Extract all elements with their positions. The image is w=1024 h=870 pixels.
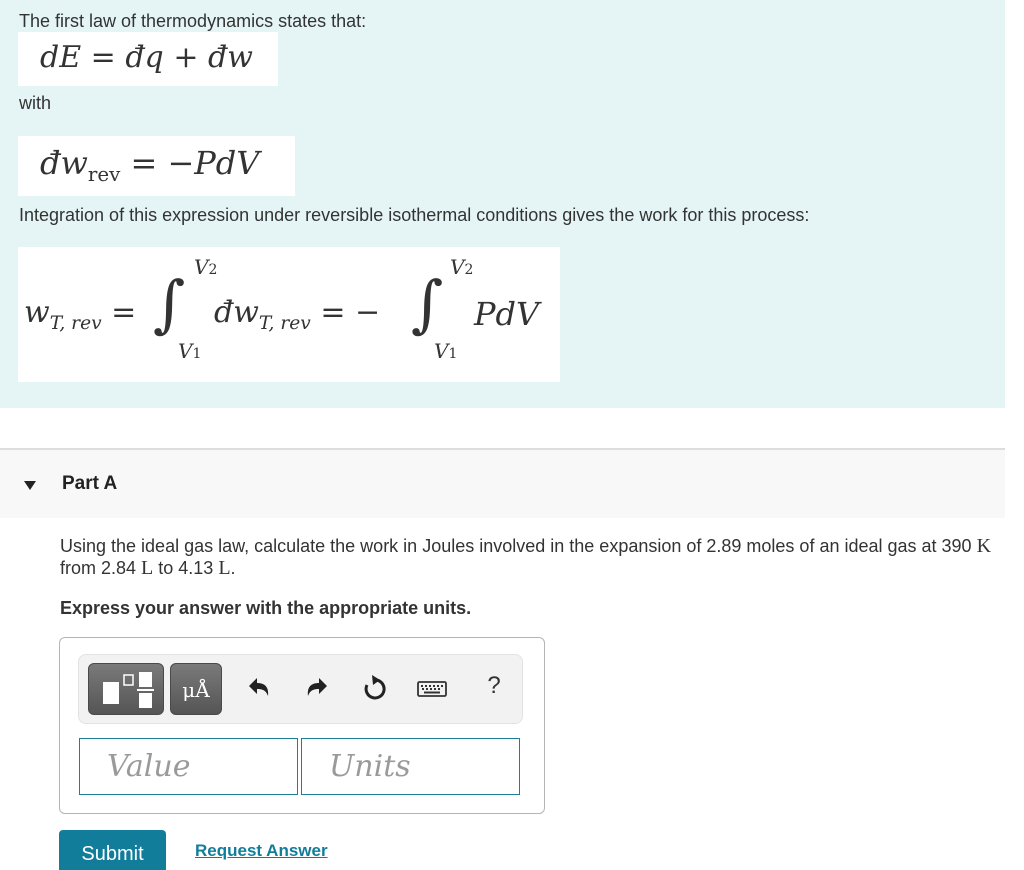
equation-reversible-work: đwrev = −PdV (18, 136, 295, 196)
part-title: Part A (62, 473, 118, 494)
equation-first-law: dE = đq + đw (18, 32, 278, 86)
undo-icon[interactable] (245, 673, 275, 703)
eq2-lhs-sub: rev (87, 162, 121, 186)
help-button[interactable]: ? (479, 671, 509, 701)
templates-button[interactable] (88, 663, 164, 715)
question-mid-2: to 4.13 (153, 558, 219, 578)
question-mid-1: from 2.84 (60, 558, 142, 578)
eq1-term2: đw (208, 40, 253, 75)
eq2-lhs: đw (40, 144, 88, 182)
reset-icon[interactable] (359, 673, 389, 703)
equation-isothermal-work: wT, rev = ∫ V2 V1 đwT, rev = − ∫ V2 V1 P… (18, 247, 560, 382)
unit-kelvin: K (976, 535, 992, 557)
intro-line-1: The first law of thermodynamics states t… (19, 11, 367, 31)
instruction-text: Express your answer with the appropriate… (60, 598, 472, 618)
submit-button[interactable]: Submit (59, 830, 166, 870)
eq3-equals-2: = (320, 295, 346, 330)
intro-line-3: Integration of this expression under rev… (19, 205, 810, 225)
eq3-lhs: w (24, 295, 50, 330)
math-toolbar: μÅ ? (78, 654, 523, 724)
eq1-lhs: dE (40, 40, 82, 75)
keyboard-icon[interactable] (415, 673, 449, 703)
intro-panel: The first law of thermodynamics states t… (0, 0, 1005, 408)
eq1-term1: đq (125, 40, 164, 75)
eq1-equals: = (90, 40, 116, 75)
eq2-equals: = (130, 144, 158, 182)
units-field[interactable] (301, 738, 520, 795)
eq1-plus: + (173, 40, 199, 75)
eq3-integrand-1: đw (214, 295, 259, 330)
question-end: . (230, 558, 236, 578)
eq3-lhs-sub: T, rev (49, 312, 102, 334)
part-a-header[interactable]: Part A (0, 448, 1005, 518)
redo-icon[interactable] (301, 673, 331, 703)
integral-1-upper: V2 (194, 255, 218, 279)
units-symbol: μÅ (182, 678, 210, 702)
integral-2-lower: V1 (434, 339, 458, 363)
eq3-equals-1: = (111, 295, 137, 330)
integral-sign-1: ∫ (153, 267, 186, 340)
eq3-minus: − (355, 295, 381, 330)
eq2-rhs: −PdV (167, 144, 260, 182)
integral-sign-2: ∫ (411, 267, 444, 340)
question-text: Using the ideal gas law, calculate the w… (60, 535, 1005, 579)
value-input[interactable] (80, 739, 297, 794)
intro-line-2: with (19, 93, 52, 113)
collapse-caret-icon[interactable] (24, 481, 36, 490)
eq3-integrand-1-sub: T, rev (258, 312, 311, 334)
integral-1-lower: V1 (178, 339, 202, 363)
units-button[interactable]: μÅ (170, 663, 222, 715)
request-answer-link[interactable]: Request Answer (195, 841, 328, 861)
eq3-integrand-2: PdV (474, 295, 540, 333)
integral-2-upper: V2 (450, 255, 474, 279)
templates-icon (103, 672, 154, 708)
value-field[interactable] (79, 738, 298, 795)
question-pre: Using the ideal gas law, calculate the w… (60, 536, 977, 556)
answer-box: μÅ ? (59, 637, 545, 814)
unit-liter-2: L (218, 557, 231, 579)
units-input[interactable] (302, 739, 519, 794)
unit-liter-1: L (141, 557, 154, 579)
